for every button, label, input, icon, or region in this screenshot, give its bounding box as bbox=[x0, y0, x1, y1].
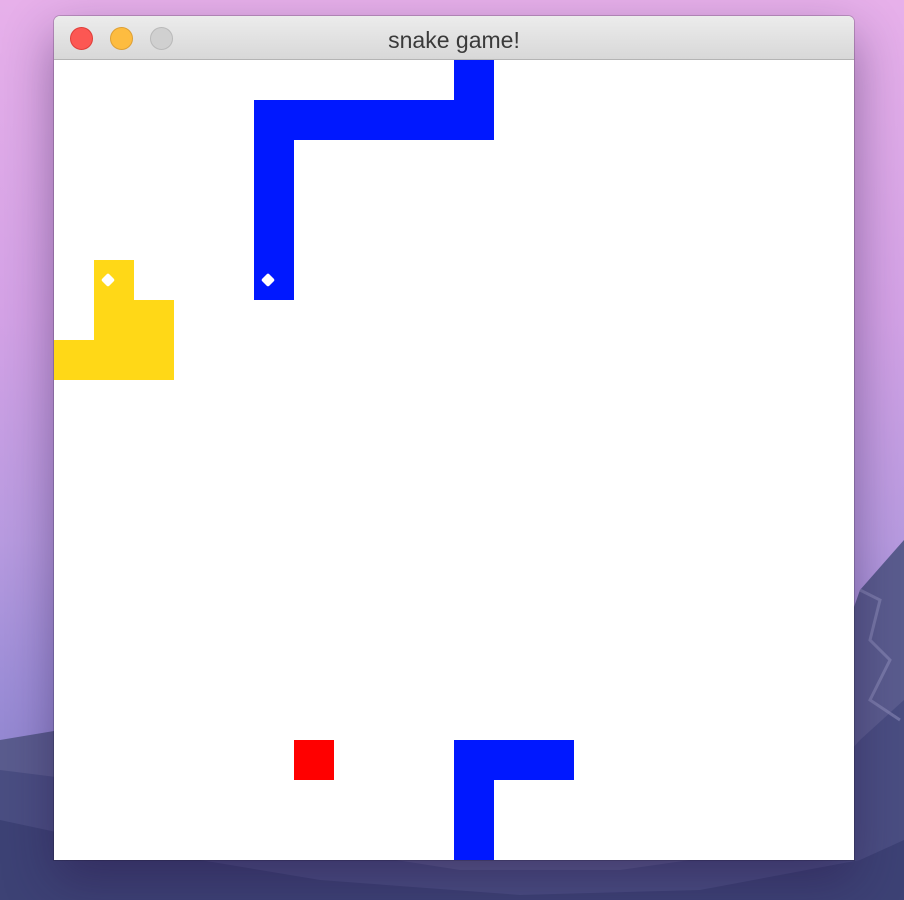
blue-snake-segment bbox=[254, 100, 294, 140]
blue-snake-segment bbox=[294, 100, 334, 140]
blue-snake-segment bbox=[494, 740, 534, 780]
blue-snake-segment bbox=[454, 820, 494, 860]
snake-eye bbox=[260, 272, 276, 288]
window-title: snake game! bbox=[388, 27, 520, 53]
blue-snake-segment bbox=[454, 60, 494, 100]
yellow-snake-segment bbox=[94, 340, 134, 380]
yellow-snake-segment bbox=[134, 300, 174, 340]
blue-snake-segment bbox=[454, 100, 494, 140]
game-window: snake game! bbox=[54, 16, 854, 860]
blue-snake-segment bbox=[254, 220, 294, 260]
blue-snake-segment bbox=[334, 100, 374, 140]
food-pellet bbox=[294, 740, 334, 780]
blue-snake-head bbox=[254, 260, 294, 300]
blue-snake-segment bbox=[374, 100, 414, 140]
blue-snake-segment bbox=[454, 780, 494, 820]
game-board[interactable] bbox=[54, 60, 854, 860]
desktop-background: snake game! bbox=[0, 0, 904, 900]
yellow-snake-segment bbox=[134, 340, 174, 380]
yellow-snake-segment bbox=[94, 300, 134, 340]
snake-eye bbox=[100, 272, 116, 288]
blue-snake-segment bbox=[254, 140, 294, 180]
blue-snake-segment bbox=[254, 180, 294, 220]
yellow-snake-segment bbox=[54, 340, 94, 380]
blue-snake-segment bbox=[414, 100, 454, 140]
blue-snake-segment bbox=[454, 740, 494, 780]
title-bar[interactable]: snake game! bbox=[54, 16, 854, 60]
blue-snake-segment bbox=[534, 740, 574, 780]
yellow-snake-head bbox=[94, 260, 134, 300]
